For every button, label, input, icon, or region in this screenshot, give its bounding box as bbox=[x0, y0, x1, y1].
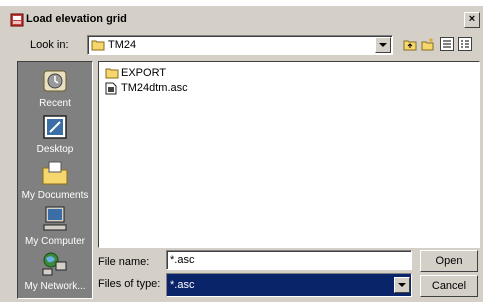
up-folder-icon[interactable] bbox=[403, 37, 417, 51]
details-view-icon[interactable] bbox=[458, 37, 472, 51]
place-label: Recent bbox=[39, 98, 71, 109]
my-network-icon bbox=[42, 252, 67, 276]
new-folder-icon[interactable] bbox=[421, 37, 435, 51]
place-label: Desktop bbox=[36, 144, 74, 155]
window-title: Load elevation grid bbox=[26, 13, 127, 25]
recent-icon bbox=[43, 70, 67, 92]
chevron-down-icon[interactable] bbox=[394, 277, 410, 293]
file-name-value: *.asc bbox=[170, 254, 195, 266]
files-of-type-select[interactable]: *.asc bbox=[166, 273, 412, 297]
title-bar[interactable]: Load elevation grid × bbox=[6, 11, 480, 28]
place-my-network[interactable]: My Network... bbox=[18, 250, 92, 292]
chevron-down-icon[interactable] bbox=[375, 37, 391, 53]
folder-icon bbox=[91, 40, 105, 51]
file-list[interactable]: EXPORT TM24dtm.asc bbox=[98, 61, 480, 248]
places-bar: Recent Desktop My Documents My Computer … bbox=[17, 61, 93, 299]
desktop-icon bbox=[43, 115, 67, 139]
list-view-icon[interactable] bbox=[440, 37, 454, 51]
look-in-label: Look in: bbox=[30, 39, 69, 51]
look-in-value: TM24 bbox=[108, 39, 137, 51]
dialog-window: Load elevation grid × Look in: TM24 Rece… bbox=[0, 0, 483, 302]
place-recent[interactable]: Recent bbox=[18, 67, 92, 109]
cancel-button[interactable]: Cancel bbox=[420, 275, 478, 297]
place-label: My Network... bbox=[24, 281, 86, 292]
place-label: My Computer bbox=[24, 236, 85, 247]
file-name: TM24dtm.asc bbox=[121, 82, 188, 94]
place-my-computer[interactable]: My Computer bbox=[18, 205, 92, 247]
top-background-strip bbox=[0, 0, 483, 6]
close-button[interactable]: × bbox=[464, 12, 480, 28]
files-of-type-label: Files of type: bbox=[98, 278, 161, 290]
files-of-type-value: *.asc bbox=[170, 279, 195, 291]
file-name-label: File name: bbox=[98, 256, 150, 268]
close-icon: × bbox=[468, 13, 476, 25]
file-name-input[interactable]: *.asc bbox=[166, 250, 412, 270]
my-documents-icon bbox=[42, 161, 68, 185]
file-name: EXPORT bbox=[121, 67, 167, 79]
file-icon bbox=[105, 82, 117, 95]
place-my-documents[interactable]: My Documents bbox=[18, 159, 92, 201]
folder-icon bbox=[105, 68, 119, 79]
place-desktop[interactable]: Desktop bbox=[18, 113, 92, 155]
open-button[interactable]: Open bbox=[420, 250, 478, 272]
app-icon bbox=[10, 13, 24, 27]
place-label: My Documents bbox=[21, 190, 89, 201]
my-computer-icon bbox=[43, 206, 67, 231]
look-in-combo[interactable]: TM24 bbox=[87, 35, 393, 55]
